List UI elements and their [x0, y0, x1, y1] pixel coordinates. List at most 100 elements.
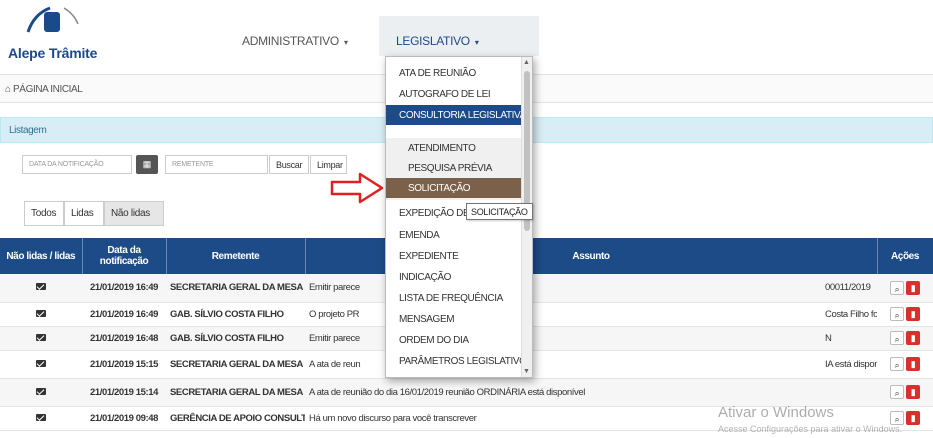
nav-administrativo-label: ADMINISTRATIVO — [242, 34, 339, 48]
actions-cell: ⌕ ▮ — [877, 378, 933, 407]
delete-button[interactable]: ▮ — [906, 331, 920, 345]
menu-item-ata-de-reuniao[interactable]: ATA DE REUNIÃO — [386, 63, 523, 83]
col-header-acoes: Ações — [877, 238, 933, 274]
submenu-item-pesquisa-previa[interactable]: PESQUISA PRÉVIA — [386, 158, 523, 178]
menu-item-mensagem[interactable]: MENSAGEM — [386, 309, 523, 329]
menu-item-lista-de-frequencia[interactable]: LISTA DE FREQUÊNCIA — [386, 288, 523, 308]
assunto-tail: N — [825, 332, 832, 344]
chevron-down-icon: ▾ — [343, 38, 348, 47]
assunto-tail: 00011/2019 — [825, 282, 871, 294]
mark-read-cell[interactable] — [0, 274, 82, 303]
breadcrumb-home-label: PÁGINA INICIAL — [13, 84, 83, 95]
trash-icon: ▮ — [910, 387, 916, 397]
assunto-cell: A ata de reunião do dia 16/01/2019 reuni… — [305, 378, 877, 407]
tab-todos[interactable]: Todos — [24, 201, 64, 226]
notification-date: 21/01/2019 15:14 — [82, 378, 166, 407]
mark-read-cell[interactable] — [0, 326, 82, 351]
date-filter-placeholder: DATA DA NOTIFICAÇÃO — [29, 161, 104, 168]
menu-item-autografo-de-lei[interactable]: AUTOGRAFO DE LEI — [386, 84, 523, 104]
mark-read-cell[interactable] — [0, 378, 82, 407]
notification-date: 21/01/2019 15:15 — [82, 350, 166, 379]
remetente-filter-placeholder: REMETENTE — [172, 161, 214, 168]
trash-icon: ▮ — [910, 333, 916, 343]
remetente-cell: GAB. SÍLVIO COSTA FILHO — [166, 302, 305, 327]
breadcrumb-home[interactable]: ⌂ PÁGINA INICIAL — [5, 84, 83, 95]
menu-item-expediente[interactable]: EXPEDIENTE — [386, 246, 523, 266]
remetente-cell: SECRETARIA GERAL DA MESA DIRETORA (SEGMD… — [166, 378, 305, 407]
notification-date: 21/01/2019 16:49 — [82, 302, 166, 327]
search-icon: ⌕ — [894, 388, 900, 398]
delete-button[interactable]: ▮ — [906, 307, 920, 321]
annotation-arrow-icon — [330, 172, 384, 204]
trash-icon: ▮ — [910, 413, 916, 423]
mark-read-cell[interactable] — [0, 350, 82, 379]
mark-read-cell[interactable] — [0, 406, 82, 431]
buscar-button[interactable]: Buscar — [269, 155, 309, 174]
actions-cell: ⌕ ▮ — [877, 274, 933, 303]
trash-icon: ▮ — [910, 309, 916, 319]
scroll-up-icon[interactable]: ▲ — [523, 59, 530, 66]
col-header-lidas[interactable]: Não lidas / lidas — [0, 238, 83, 274]
col-header-remetente[interactable]: Remetente — [166, 238, 306, 274]
actions-cell: ⌕ ▮ — [877, 326, 933, 351]
tooltip: SOLICITAÇÃO — [466, 203, 533, 220]
search-icon: ⌕ — [894, 360, 900, 370]
assunto-text: Emitir parece — [309, 332, 360, 344]
remetente-cell: GAB. SÍLVIO COSTA FILHO — [166, 326, 305, 351]
menu-item-emenda[interactable]: EMENDA — [386, 225, 523, 245]
chevron-down-icon: ▾ — [474, 38, 479, 47]
notification-date: 21/01/2019 16:49 — [82, 274, 166, 303]
scroll-down-icon[interactable]: ▼ — [523, 368, 530, 375]
col-header-data[interactable]: Data da notificação — [82, 238, 167, 274]
menu-item-parametros-legislativos[interactable]: PARÂMETROS LEGISLATIVOS — [386, 351, 523, 371]
assunto-text: O projeto PR — [309, 308, 360, 320]
submenu-item-solicitacao[interactable]: SOLICITAÇÃO — [386, 178, 523, 198]
envelope-icon — [36, 309, 46, 317]
alepe-logo-icon[interactable] — [14, 4, 94, 40]
envelope-icon — [36, 359, 46, 367]
view-button[interactable]: ⌕ — [890, 331, 904, 345]
notification-date: 21/01/2019 16:48 — [82, 326, 166, 351]
trash-icon: ▮ — [910, 359, 916, 369]
remetente-cell: SECRETARIA GERAL DA MESA DIRETORA (SEGMD… — [166, 274, 305, 303]
delete-button[interactable]: ▮ — [906, 280, 920, 295]
search-icon: ⌕ — [894, 414, 900, 424]
actions-cell: ⌕ ▮ — [877, 302, 933, 327]
envelope-icon — [36, 413, 46, 421]
assunto-tail: IA está disponível — [825, 358, 877, 370]
calendar-icon: ▦ — [142, 159, 152, 169]
home-icon: ⌂ — [5, 84, 11, 95]
actions-cell: ⌕ ▮ — [877, 350, 933, 379]
assunto-tail: Costa Filho foi enviado para a Secretari… — [825, 308, 877, 320]
view-button[interactable]: ⌕ — [890, 411, 904, 425]
search-icon: ⌕ — [894, 283, 900, 294]
nav-legislativo[interactable]: LEGISLATIVO ▾ — [396, 34, 479, 48]
submenu-item-atendimento[interactable]: ATENDIMENTO — [386, 138, 523, 158]
table-row[interactable]: 21/01/2019 15:14 SECRETARIA GERAL DA MES… — [0, 378, 933, 407]
view-button[interactable]: ⌕ — [890, 280, 904, 295]
menu-item-consultoria-legislativa[interactable]: CONSULTORIA LEGISLATIVA — [386, 105, 523, 125]
view-button[interactable]: ⌕ — [890, 357, 904, 371]
notification-date: 21/01/2019 09:48 — [82, 406, 166, 431]
delete-button[interactable]: ▮ — [906, 411, 920, 425]
view-button[interactable]: ⌕ — [890, 385, 904, 399]
date-filter-input[interactable]: DATA DA NOTIFICAÇÃO — [22, 155, 132, 174]
delete-button[interactable]: ▮ — [906, 385, 920, 399]
remetente-filter-input[interactable]: REMETENTE — [165, 155, 268, 174]
menu-item-ordem-do-dia[interactable]: ORDEM DO DIA — [386, 330, 523, 350]
view-button[interactable]: ⌕ — [890, 307, 904, 321]
envelope-icon — [36, 333, 46, 341]
calendar-button[interactable]: ▦ — [136, 155, 158, 174]
windows-activation-subtitle: Acesse Configurações para ativar o Windo… — [718, 424, 903, 434]
app-logo-text[interactable]: Alepe Trâmite — [8, 45, 97, 61]
menu-item-indicacao[interactable]: INDICAÇÃO — [386, 267, 523, 287]
tab-lidas[interactable]: Lidas — [64, 201, 104, 226]
tab-nao-lidas[interactable]: Não lidas — [104, 201, 164, 226]
assunto-text: Há um novo discurso para você transcreve… — [309, 412, 477, 424]
nav-administrativo[interactable]: ADMINISTRATIVO ▾ — [242, 34, 348, 48]
envelope-icon — [36, 283, 46, 291]
nav-legislativo-label: LEGISLATIVO — [396, 34, 470, 48]
delete-button[interactable]: ▮ — [906, 357, 920, 371]
mark-read-cell[interactable] — [0, 302, 82, 327]
search-icon: ⌕ — [894, 334, 900, 344]
